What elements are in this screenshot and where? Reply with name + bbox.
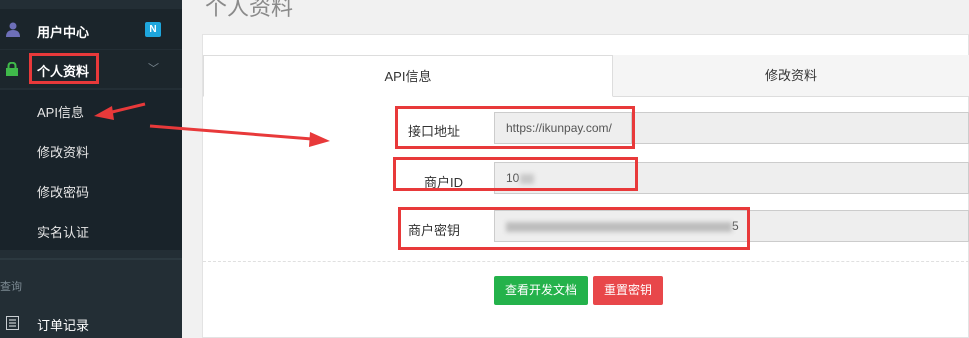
annotation-box-profile — [29, 53, 99, 84]
user-icon — [6, 22, 20, 37]
sidebar-section-label: 查询 — [0, 281, 22, 293]
reset-key-button[interactable]: 重置密钥 — [593, 276, 663, 305]
tab-api-info[interactable]: API信息 — [203, 55, 613, 97]
chevron-down-icon: ﹀ — [148, 63, 159, 75]
page-title: 个人资料 — [205, 0, 294, 20]
api-url-field-extension — [632, 112, 969, 144]
sidebar-subitem-edit-profile[interactable]: 修改资料 — [0, 130, 182, 170]
sidebar-subitem-label: 修改资料 — [37, 145, 90, 160]
new-badge: N — [145, 22, 161, 37]
sidebar-subitem-api-info[interactable]: API信息 — [0, 90, 182, 130]
sidebar-divider — [0, 258, 182, 260]
sidebar: 用户中心 N 个人资料 ﹀ API信息 修改资料 修改密码 实名认证 查询 订单… — [0, 0, 182, 338]
sidebar-item-label: 用户中心 — [37, 25, 90, 40]
annotation-box-merchant-id — [393, 157, 638, 191]
annotation-box-merchant-key — [398, 207, 750, 250]
sidebar-subitem-change-password[interactable]: 修改密码 — [0, 170, 182, 210]
tab-edit-profile[interactable]: 修改资料 — [613, 55, 969, 97]
sidebar-item-label: 订单记录 — [37, 318, 90, 333]
sidebar-item-user-center[interactable]: 用户中心 N — [0, 9, 182, 49]
lock-icon — [6, 62, 18, 76]
sidebar-subitem-label: 修改密码 — [37, 185, 90, 200]
sidebar-subitem-label: 实名认证 — [37, 225, 90, 240]
annotation-box-api-url — [395, 106, 635, 149]
form-divider — [203, 261, 969, 262]
sidebar-subitem-real-name-auth[interactable]: 实名认证 — [0, 210, 182, 250]
sidebar-item-orders[interactable]: 订单记录 — [0, 308, 182, 338]
sidebar-subitem-label: API信息 — [37, 105, 84, 120]
list-icon — [6, 316, 19, 330]
view-docs-button[interactable]: 查看开发文档 — [494, 276, 588, 305]
